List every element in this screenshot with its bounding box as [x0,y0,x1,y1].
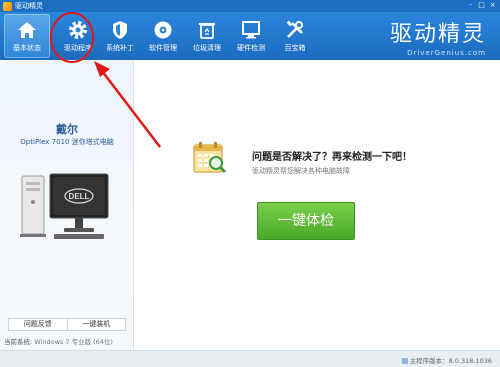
tab-label: 硬件检测 [237,44,265,52]
computer-image: DELL [20,173,109,239]
window-controls: - □ × [465,0,498,10]
disc-icon [154,21,172,39]
tab-label: 基本状态 [13,44,41,52]
annotation-arrow [94,61,161,148]
home-icon [18,22,36,38]
dell-logo: DELL [69,192,90,201]
tab-software-management[interactable]: 软件管理 [140,14,186,58]
minimize-button[interactable]: - [465,0,476,10]
one-click-install-button[interactable]: 一键装机 [66,319,126,330]
tab-label: 百宝箱 [284,44,306,52]
status-bar: 主程序版本：8.0.318.1036 [0,350,500,367]
shield-icon [113,21,127,39]
maximize-button[interactable]: □ [476,0,487,10]
window-title: 驱动精灵 [15,2,43,10]
app-logo-icon [3,1,12,11]
tab-toolbox[interactable]: 百宝箱 [272,14,318,58]
recycle-bin-icon [199,23,215,39]
monitor-icon [242,21,260,39]
close-button[interactable]: × [487,0,498,10]
tab-basic-status[interactable]: 基本状态 [4,14,50,58]
tab-label: 软件管理 [149,44,177,52]
version-value: 8.0.318.1036 [448,357,492,365]
left-action-buttons: 问题反馈 一键装机 [8,318,126,331]
version-info: 主程序版本：8.0.318.1036 [401,355,492,365]
version-icon [401,358,408,364]
tab-junk-cleanup[interactable]: 垃圾清理 [184,14,230,58]
brand-url: DriverGenius.com [407,49,486,57]
one-click-check-button[interactable]: 一键体检 [257,202,355,240]
brand-logo: 驱动精灵 DriverGenius.com [356,16,486,57]
brand-name-cn: 驱动精灵 [389,22,486,47]
tab-hardware-detection[interactable]: 硬件检测 [228,14,274,58]
tab-label: 系统补丁 [106,44,134,52]
question-subtitle: 驱动精灵帮您解决各种电脑故障 [252,167,350,175]
version-label: 主程序版本： [409,357,449,365]
system-value: Windows 7 专业版 (64位) [34,338,113,346]
tab-system-patch[interactable]: 系统补丁 [97,14,143,58]
calendar-search-icon [193,142,227,174]
system-label: 当前系统: [4,338,33,346]
system-info: 当前系统: Windows 7 专业版 (64位) [4,336,113,346]
tab-label: 垃圾清理 [193,44,221,52]
question-heading: 问题是否解决了？再来检测一下吧！ [252,152,412,163]
feedback-button[interactable]: 问题反馈 [9,319,67,330]
main-panel: 问题是否解决了？再来检测一下吧！ 驱动精灵帮您解决各种电脑故障 一键体检 [135,60,500,350]
tools-icon [286,20,303,38]
